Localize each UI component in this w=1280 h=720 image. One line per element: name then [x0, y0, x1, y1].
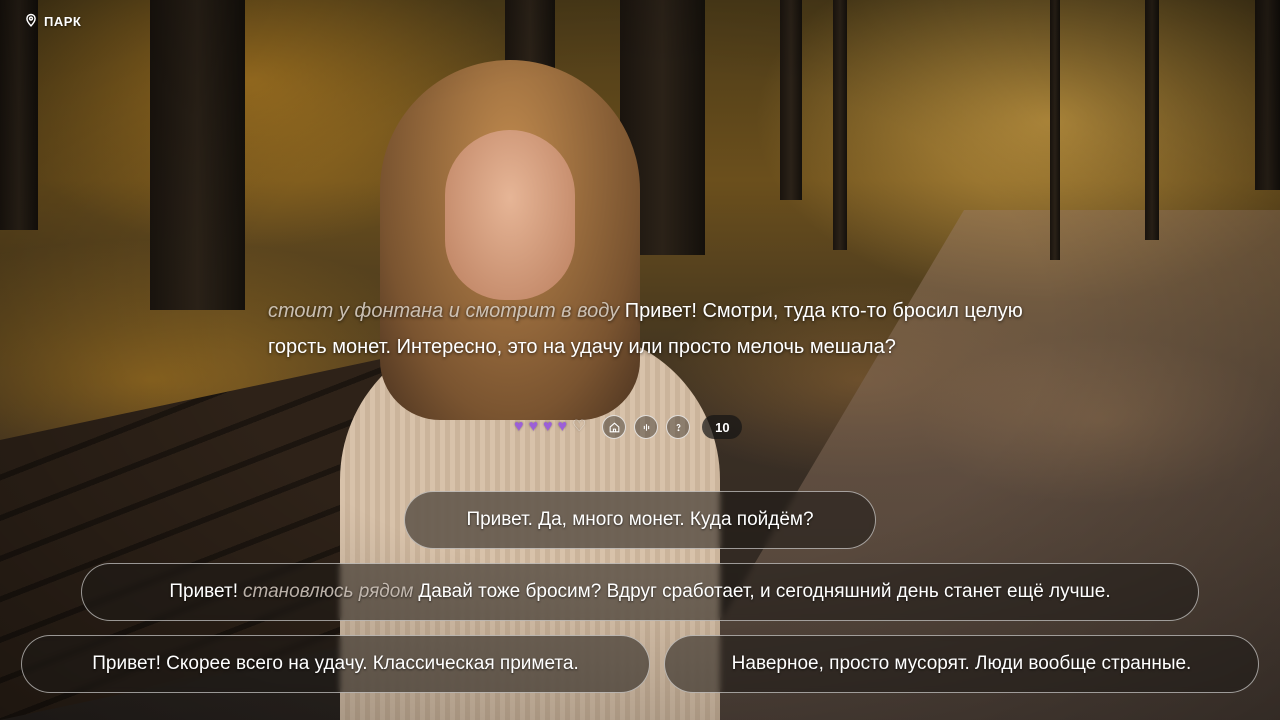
heart-empty-icon: ♡	[572, 418, 587, 435]
heart-filled-icon: ♥	[557, 418, 568, 435]
scene-background: ПАРК стоит у фонтана и смотрит в воду Пр…	[0, 0, 1280, 720]
voice-button[interactable]	[634, 415, 659, 439]
choice-text-post: Давай тоже бросим? Вдруг сработает, и се…	[418, 581, 1111, 602]
affection-hearts: ♥ ♥ ♥ ♥ ♡	[514, 419, 586, 435]
choice-button-3[interactable]: Привет! Скорее всего на удачу. Классичес…	[21, 635, 650, 693]
heart-filled-icon: ♥	[514, 418, 524, 435]
choice-action: становлюсь рядом	[242, 581, 414, 602]
choice-text: Наверное, просто мусорят. Люди вообще ст…	[731, 653, 1192, 674]
location-text: ПАРК	[44, 14, 82, 29]
counter-badge: 10	[702, 415, 743, 439]
voice-icon	[643, 423, 650, 431]
help-button[interactable]	[666, 415, 691, 439]
dialogue-action: стоит у фонтана и смотрит в воду	[268, 300, 620, 322]
help-icon	[676, 423, 681, 431]
choice-button-4[interactable]: Наверное, просто мусорят. Люди вообще ст…	[664, 635, 1259, 693]
choice-text: Привет. Да, много монет. Куда пойдём?	[466, 509, 814, 530]
home-icon	[609, 421, 620, 432]
choice-text: Привет! Скорее всего на удачу. Классичес…	[92, 653, 579, 674]
heart-filled-icon: ♥	[528, 418, 539, 435]
heart-filled-icon: ♥	[543, 418, 553, 435]
dialogue-text: стоит у фонтана и смотрит в воду Привет!…	[268, 293, 1028, 365]
location-label: ПАРК	[24, 13, 81, 30]
choice-text-pre: Привет!	[169, 581, 238, 602]
status-bar: ♥ ♥ ♥ ♥ ♡ 10	[514, 415, 743, 439]
home-button[interactable]	[602, 415, 627, 439]
choice-button-1[interactable]: Привет. Да, много монет. Куда пойдём?	[404, 491, 876, 549]
location-pin-icon	[24, 13, 38, 30]
choice-button-2[interactable]: Привет! становлюсь рядом Давай тоже брос…	[81, 563, 1199, 621]
